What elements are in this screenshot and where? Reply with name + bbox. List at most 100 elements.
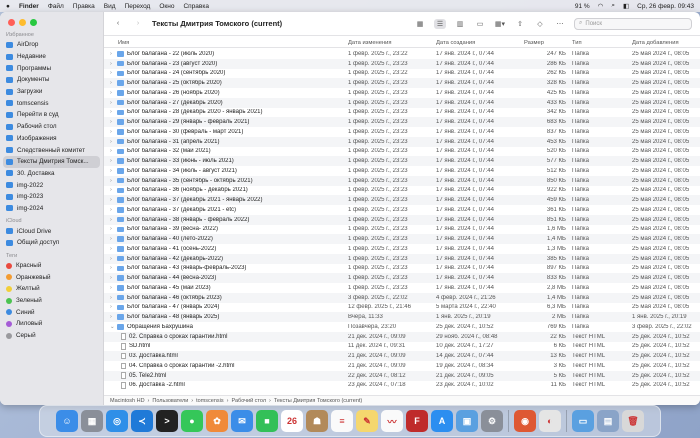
table-row[interactable]: › Блог балагана - 31 (апрель 2021) 1 февр.… — [104, 136, 700, 147]
chevron-right-icon[interactable]: › — [110, 187, 114, 193]
sidebar-item[interactable]: Перейти в суд — [0, 109, 103, 121]
chevron-right-icon[interactable]: › — [110, 168, 114, 174]
sidebar-item[interactable]: Желтый — [0, 283, 103, 295]
column-type[interactable]: Тип — [572, 40, 632, 46]
chevron-right-icon[interactable]: › — [110, 51, 114, 57]
table-row[interactable]: › Блог балагана - 48 (январь 2025) Вчера, … — [104, 312, 700, 322]
path-item[interactable]: Тексты Дмитрия Томского (current) — [274, 398, 362, 404]
dock-downloads-icon[interactable]: ▤ — [597, 410, 619, 432]
table-row[interactable]: › Блог балагана - 30 (февраль - март 2021… — [104, 127, 700, 137]
path-item[interactable]: Рабочий стол — [232, 398, 267, 404]
path-item[interactable]: Пользователи — [152, 398, 188, 404]
dock-folder-icon[interactable]: ▭ — [572, 410, 594, 432]
dock-terminal-icon[interactable]: > — [156, 410, 178, 432]
table-row[interactable]: › Блог балагана - 42 (декабрь-2022) 1 февр… — [104, 253, 700, 264]
chevron-right-icon[interactable]: › — [110, 236, 114, 242]
group-icon[interactable]: ▦▾ — [494, 19, 506, 29]
column-modified[interactable]: Дата изменения — [348, 40, 436, 46]
sidebar-item[interactable]: Рабочий стол — [0, 121, 103, 133]
search-field[interactable]: ⌕ Поиск — [574, 17, 692, 30]
sidebar-item[interactable]: Серый — [0, 330, 103, 342]
table-row[interactable]: › Блог балагана - 44 (весна-2023) 1 февр. … — [104, 273, 700, 283]
dock-trash-icon[interactable]: 🗑 — [622, 410, 644, 432]
dock-reminders-icon[interactable]: ≡ — [331, 410, 353, 432]
dock-contacts-icon[interactable]: ☗ — [306, 410, 328, 432]
column-added[interactable]: Дата добавления — [632, 40, 692, 46]
chevron-right-icon[interactable]: › — [110, 100, 114, 106]
chevron-right-icon[interactable]: › — [110, 129, 114, 135]
dock-mail-icon[interactable]: ✉ — [231, 410, 253, 432]
dock-vscode-icon[interactable]: ≺ — [131, 410, 153, 432]
chevron-right-icon[interactable]: › — [110, 139, 114, 145]
dock-notes-icon[interactable]: ✎ — [356, 410, 378, 432]
chevron-right-icon[interactable]: › — [110, 158, 114, 164]
apple-menu-icon[interactable]: ● — [6, 3, 10, 10]
close-button[interactable] — [8, 19, 15, 26]
minimize-button[interactable] — [19, 19, 26, 26]
list-view-icon[interactable]: ☰ — [434, 18, 446, 29]
table-row[interactable]: › Блог балагана - 41 (осень-2022) 1 февр. … — [104, 244, 700, 254]
table-row[interactable]: › Блог балагана - 46 (октябрь 2023) 3 февр… — [104, 292, 700, 303]
sidebar-item[interactable]: Оранжевый — [0, 271, 103, 283]
table-row[interactable]: 03. Доставка.html 21 дек. 2024 г., 09:09 1… — [104, 351, 700, 361]
back-button[interactable]: ‹ — [112, 19, 124, 29]
chevron-right-icon[interactable]: › — [110, 246, 114, 252]
chevron-right-icon[interactable]: › — [110, 119, 114, 125]
dock-launchpad-icon[interactable]: ▦ — [81, 410, 103, 432]
sidebar-item[interactable]: img-2024 — [0, 203, 103, 215]
table-row[interactable]: › Блог балагана - 34 (июль - август 2021)… — [104, 166, 700, 176]
chevron-right-icon[interactable]: › — [110, 226, 114, 232]
chevron-right-icon[interactable]: › — [110, 256, 114, 262]
dock-photos-icon[interactable]: ✿ — [206, 410, 228, 432]
sidebar-item[interactable]: Общий доступ — [0, 237, 103, 249]
table-row[interactable]: › Блог балагана - 26 (ноябрь 2020) 1 февр.… — [104, 88, 700, 98]
chevron-right-icon[interactable]: › — [110, 275, 114, 281]
table-row[interactable]: › Блог балагана - 33 (июнь - июль 2021) 1 … — [104, 156, 700, 166]
gallery-view-icon[interactable]: ▭ — [474, 19, 486, 29]
table-row[interactable]: 05. Tele2.html 22 дек. 2024 г., 08:12 21 д… — [104, 370, 700, 381]
column-view-icon[interactable]: ▥ — [454, 19, 466, 29]
chevron-right-icon[interactable]: › — [110, 265, 114, 271]
chevron-right-icon[interactable]: › — [110, 148, 114, 154]
battery-percent[interactable]: 91 % — [575, 3, 590, 10]
sidebar-item[interactable]: AirDrop — [0, 39, 103, 51]
sidebar-item[interactable]: Загрузки — [0, 86, 103, 98]
sidebar-item[interactable]: Документы — [0, 74, 103, 86]
table-row[interactable]: 04. Справка о сроках гарантии -2.html 21 … — [104, 361, 700, 371]
chevron-right-icon[interactable]: › — [110, 285, 114, 291]
chevron-right-icon[interactable]: › — [110, 217, 114, 223]
path-item[interactable]: Macintosh HD — [110, 398, 145, 404]
sidebar-item[interactable]: Программы — [0, 62, 103, 74]
chevron-right-icon[interactable]: › — [110, 178, 114, 184]
chevron-right-icon[interactable]: › — [110, 295, 114, 301]
icon-view-icon[interactable]: ▦ — [414, 19, 426, 29]
table-row[interactable]: 06. Доставка -2.html 23 дек. 2024 г., 07:… — [104, 381, 700, 391]
sidebar-item[interactable]: Красный — [0, 260, 103, 272]
dock-facetime-icon[interactable]: ■ — [256, 410, 278, 432]
table-row[interactable]: ⌄ Обращения Бахрушина Позавчера, 23:20 25 д… — [104, 322, 700, 332]
menu-go[interactable]: Переход — [125, 3, 151, 10]
chevron-right-icon[interactable]: › — [110, 314, 114, 320]
chevron-right-icon[interactable]: › — [110, 61, 114, 67]
chevron-right-icon[interactable]: › — [110, 304, 114, 310]
table-row[interactable]: › Блог балагана - 47 (январь 2024) 12 февр… — [104, 303, 700, 313]
chevron-down-icon[interactable]: ⌄ — [110, 324, 115, 330]
sidebar-item[interactable]: Тексты Дмитрия Томск... — [3, 155, 100, 168]
wifi-icon[interactable]: ◠ — [598, 2, 604, 10]
dock-safari-icon[interactable]: ◎ — [106, 410, 128, 432]
clock-datetime[interactable]: Ср, 26 февр. 09:43 — [637, 3, 694, 10]
column-name[interactable]: Имя — [104, 40, 348, 46]
tag-icon[interactable]: ◇ — [534, 19, 546, 29]
table-row[interactable]: › Блог балагана - 35 (сентябрь - октябрь … — [104, 175, 700, 186]
more-icon[interactable]: ⋯ — [554, 19, 566, 29]
sidebar-item[interactable]: Недавние — [0, 51, 103, 63]
table-row[interactable]: › Блог балагана - 43 (январь-февраль-2023… — [104, 264, 700, 274]
sidebar-item[interactable]: img-2022 — [0, 179, 103, 191]
sidebar-item[interactable]: Следственный комитет — [0, 144, 103, 156]
forward-button[interactable]: › — [132, 19, 144, 29]
dock-app-store-icon[interactable]: A — [431, 410, 453, 432]
chevron-right-icon[interactable]: › — [110, 70, 114, 76]
chevron-right-icon[interactable]: › — [110, 109, 114, 115]
menu-window[interactable]: Окно — [159, 3, 174, 10]
control-center-icon[interactable]: ◧ — [623, 2, 629, 10]
